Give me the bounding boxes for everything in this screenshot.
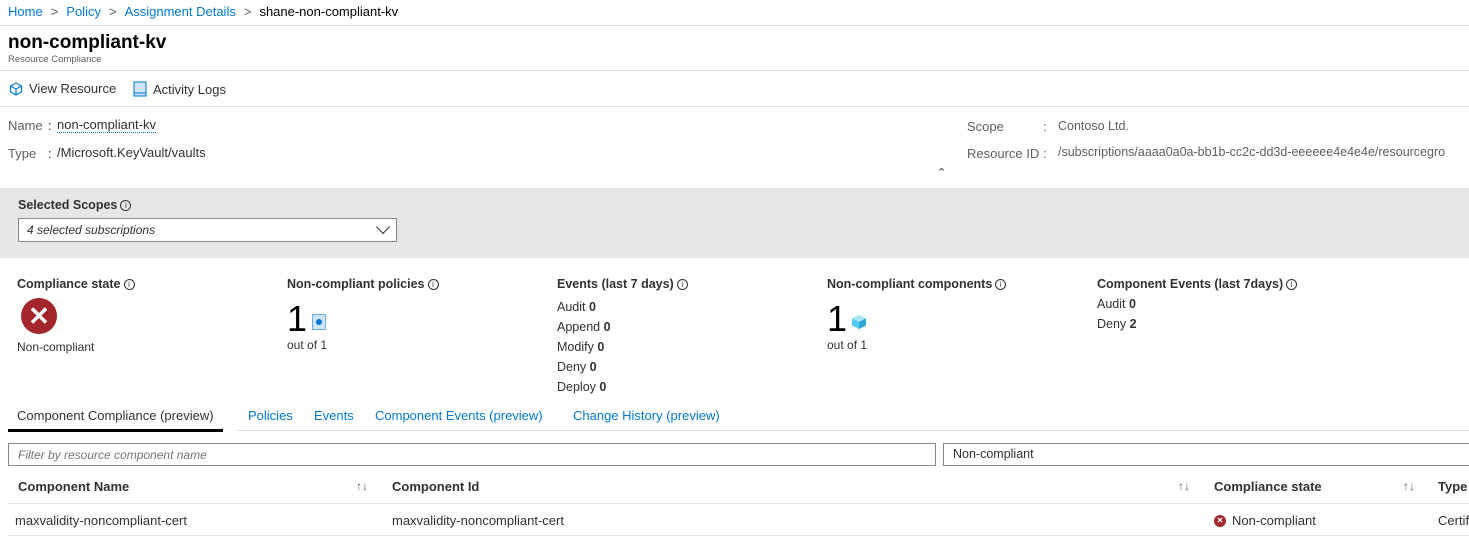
type-label: Type — [8, 146, 37, 161]
activity-logs-button[interactable]: Activity Logs — [133, 81, 226, 97]
resource-id-value: /subscriptions/aaaa0a0a-bb1b-cc2c-dd3d-e… — [1058, 145, 1446, 159]
page-subtitle: Resource Compliance — [8, 54, 102, 65]
breadcrumb-home[interactable]: Home — [8, 4, 43, 19]
column-header-component-name[interactable]: Component Name — [18, 479, 129, 494]
breadcrumb-policy[interactable]: Policy — [66, 4, 101, 19]
resource-id-label: Resource ID — [967, 146, 1040, 161]
policies-count[interactable]: 1 — [287, 298, 307, 340]
components-count[interactable]: 1 — [827, 298, 847, 340]
type-value: /Microsoft.KeyVault/vaults — [57, 145, 206, 160]
error-x-icon: ✕ — [21, 298, 57, 334]
tab-component-events[interactable]: Component Events (preview) — [375, 408, 543, 423]
cube-icon — [852, 315, 866, 329]
collapse-chevron-icon[interactable]: ⌃ — [937, 166, 946, 179]
name-value[interactable]: non-compliant-kv — [57, 117, 156, 133]
info-icon: i — [1286, 279, 1298, 290]
info-icon: i — [120, 200, 132, 211]
info-icon: i — [995, 279, 1007, 290]
error-x-icon: ✕ — [1214, 515, 1226, 527]
log-book-icon — [133, 81, 147, 97]
selected-scopes-label: Selected Scopes i — [18, 198, 132, 212]
component-name-cell: maxvalidity-noncompliant-cert — [15, 513, 187, 528]
sort-icon[interactable]: ↑↓ — [1178, 479, 1190, 493]
view-resource-button[interactable]: View Resource — [9, 81, 116, 96]
policy-document-icon — [312, 314, 326, 330]
column-header-component-id[interactable]: Component Id — [392, 479, 479, 494]
tab-component-compliance[interactable]: Component Compliance (preview) — [8, 408, 223, 432]
component-filter-input[interactable] — [8, 443, 936, 466]
breadcrumb-current: shane-non-compliant-kv — [259, 4, 399, 19]
compliance-state-value: Non-compliant — [17, 340, 95, 354]
events-list: Audit 0 Append 0 Modify 0 Deny 0 Deploy … — [557, 300, 611, 394]
sort-icon[interactable]: ↑↓ — [356, 479, 368, 493]
scope-value: Contoso Ltd. — [1058, 119, 1129, 133]
compliance-state-filter[interactable]: Non-compliant — [943, 443, 1469, 466]
scopes-dropdown[interactable]: 4 selected subscriptions — [18, 218, 397, 242]
page-title: non-compliant-kv — [8, 32, 167, 53]
compliance-state-cell: Non-compliant — [1232, 513, 1316, 528]
chevron-right-icon: > — [50, 4, 59, 19]
chevron-right-icon: > — [108, 4, 117, 19]
info-icon: i — [676, 279, 688, 290]
breadcrumb-assignment-details[interactable]: Assignment Details — [125, 4, 236, 19]
tab-change-history[interactable]: Change History (preview) — [573, 408, 720, 423]
sort-icon[interactable]: ↑↓ — [1403, 479, 1415, 493]
component-events-list: Audit 0 Deny 2 — [1097, 297, 1137, 331]
type-cell: Certif — [1438, 513, 1469, 528]
chevron-down-icon — [375, 219, 391, 235]
column-header-type[interactable]: Type — [1438, 479, 1467, 494]
name-label: Name — [8, 118, 43, 133]
component-id-cell: maxvalidity-noncompliant-cert — [392, 513, 564, 528]
chevron-right-icon: > — [243, 4, 252, 19]
info-icon: i — [123, 279, 135, 290]
breadcrumb: Home > Policy > Assignment Details > shane-non… — [8, 4, 398, 19]
info-icon: i — [427, 279, 439, 290]
cube-icon — [9, 81, 23, 96]
column-header-compliance-state[interactable]: Compliance state — [1214, 479, 1322, 494]
scope-label: Scope — [967, 119, 1004, 134]
tab-events[interactable]: Events — [314, 408, 354, 423]
tab-policies[interactable]: Policies — [248, 408, 293, 423]
